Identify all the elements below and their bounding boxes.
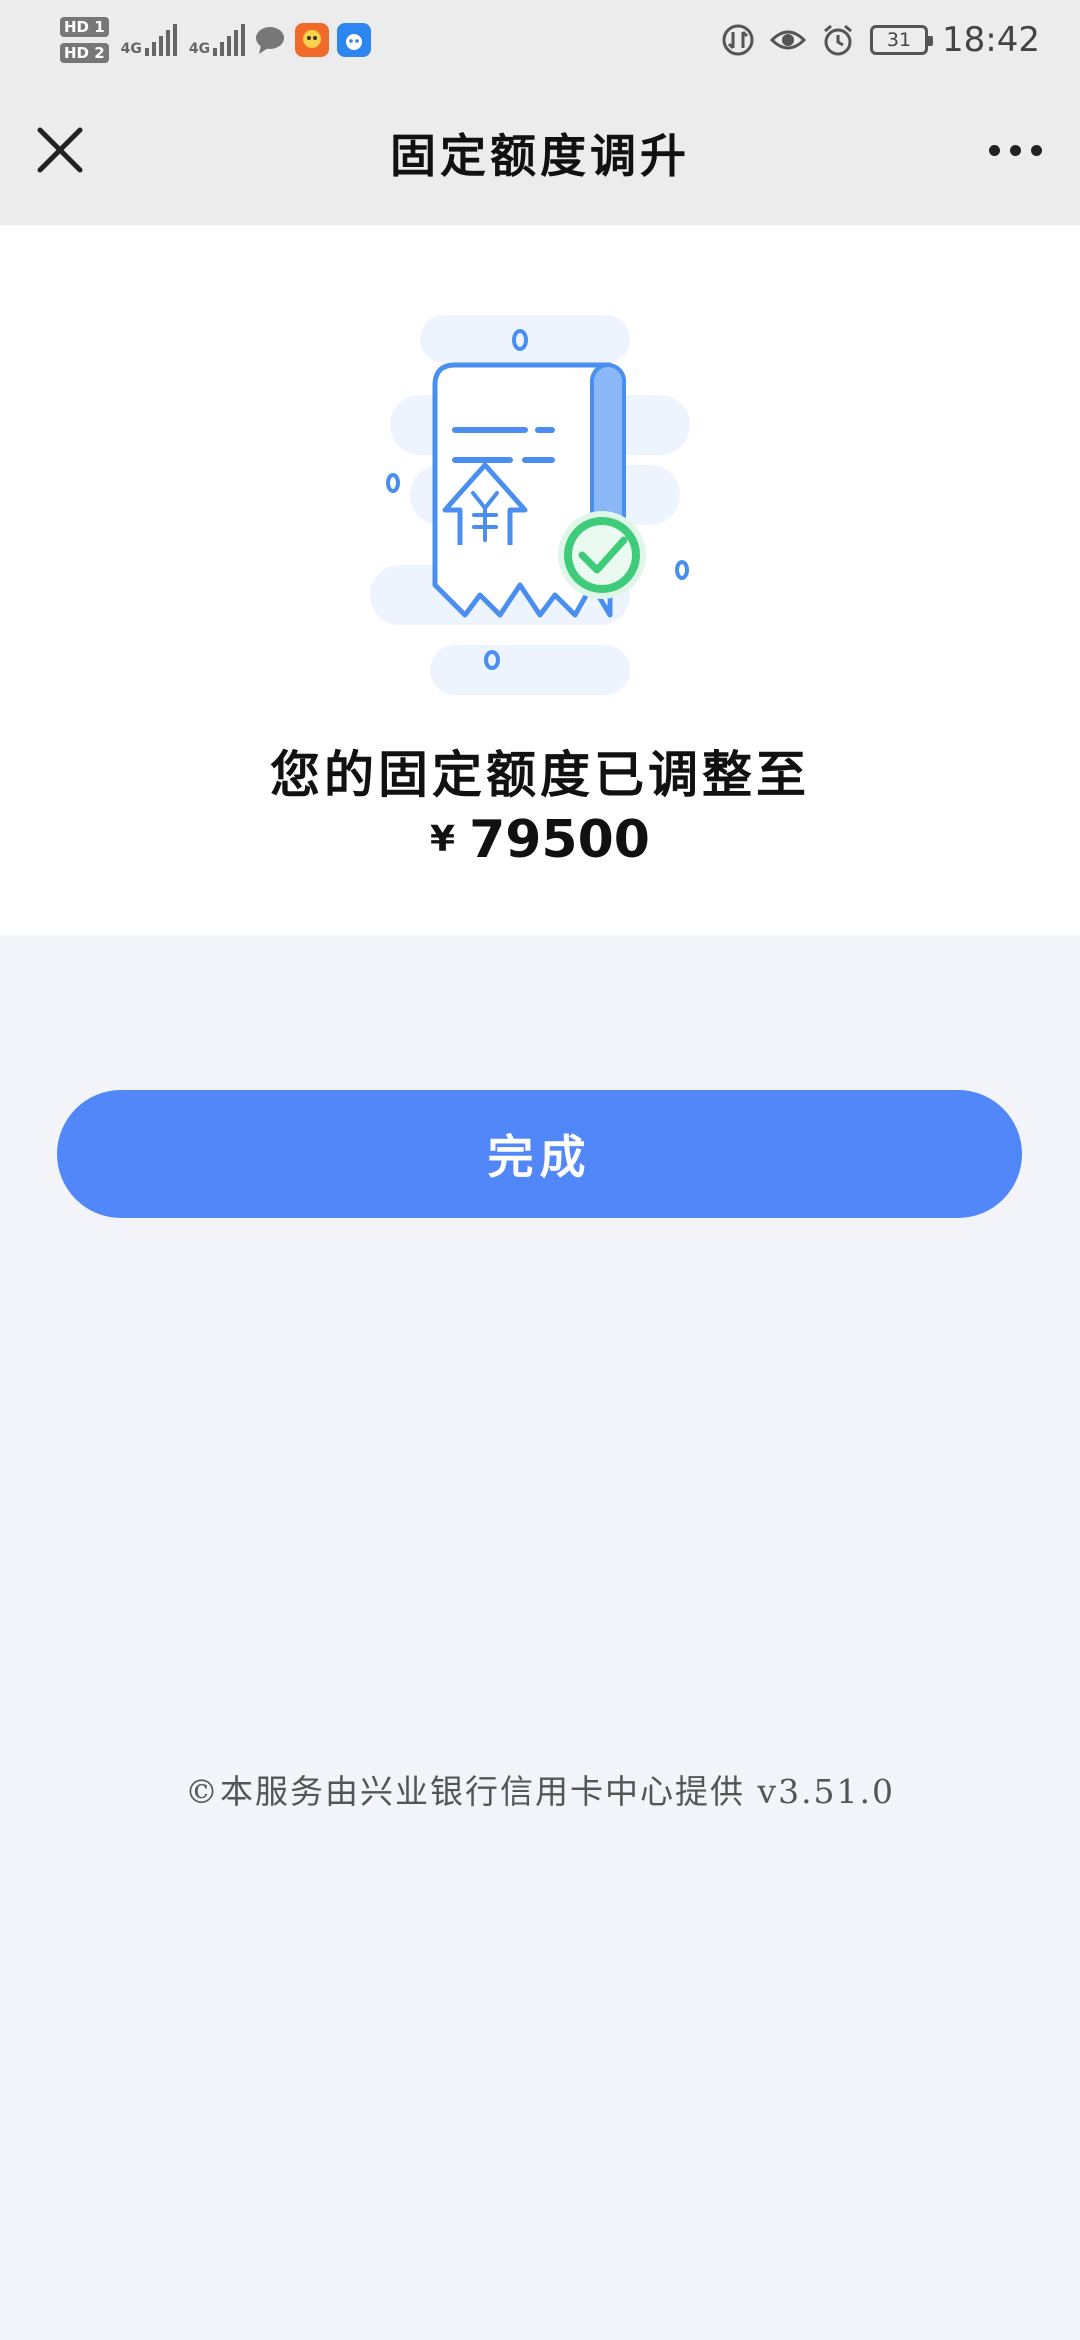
result-card: 您的固定额度已调整至 ¥79500	[0, 225, 1080, 935]
header-area: HD 1 HD 2 4G 4G 31 18:42 固定额度调升	[0, 0, 1080, 225]
new-limit-amount: ¥79500	[0, 810, 1080, 870]
signal-2: 4G	[188, 24, 246, 57]
status-right: 31 18:42	[720, 14, 1040, 66]
sim1-badge: HD 1	[60, 17, 109, 37]
chat-bubble-icon	[253, 23, 287, 57]
limit-adjusted-message: 您的固定额度已调整至	[270, 745, 810, 804]
status-left: HD 1 HD 2 4G 4G	[60, 10, 372, 70]
eye-comfort-icon	[770, 30, 807, 50]
signal-1: 4G	[121, 24, 177, 56]
network-type-1: 4G	[120, 41, 142, 57]
sim2-badge: HD 2	[60, 43, 109, 63]
more-dot-icon	[1030, 144, 1042, 156]
page-title: 固定额度调升	[390, 129, 690, 183]
service-provider-footer: ©本服务由兴业银行信用卡中心提供 v3.51.0	[184, 1772, 896, 1811]
done-button[interactable]: 完成	[57, 1090, 1022, 1218]
navigation-bar: 固定额度调升	[0, 80, 1080, 225]
data-saver-icon	[722, 24, 754, 56]
app-notification-icon	[337, 23, 372, 57]
amount-value: 79500	[469, 810, 650, 870]
more-dot-icon	[988, 144, 1000, 156]
alarm-icon	[824, 24, 852, 56]
signal-bars-icon	[213, 24, 246, 56]
currency-symbol: ¥	[430, 819, 456, 860]
more-options-button[interactable]	[980, 125, 1050, 175]
battery-level: 31	[886, 29, 912, 51]
clock: 18:42	[942, 20, 1040, 60]
sim-indicators: HD 1 HD 2	[60, 17, 109, 63]
signal-bars-icon	[144, 24, 177, 56]
network-type-2: 4G	[188, 41, 211, 57]
battery-icon: 31	[870, 25, 934, 55]
more-dot-icon	[1009, 144, 1021, 156]
app-notification-icon	[295, 23, 330, 57]
limit-raised-success-illustration	[370, 315, 690, 695]
status-bar: HD 1 HD 2 4G 4G 31 18:42	[0, 0, 1080, 80]
